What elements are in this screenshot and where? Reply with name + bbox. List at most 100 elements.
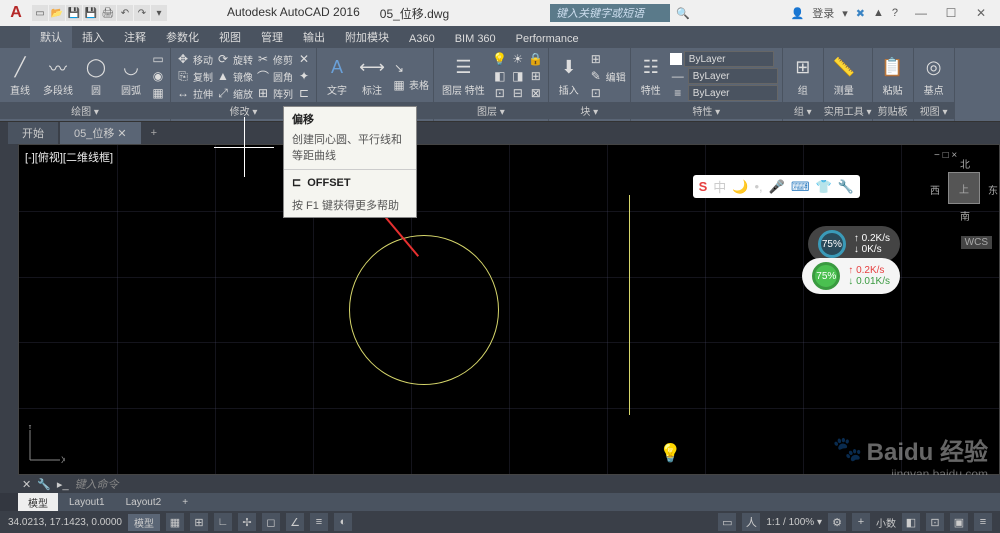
login-icon[interactable]: 👤 (791, 7, 805, 20)
copy-icon[interactable]: ⎘ (175, 68, 191, 84)
ortho-toggle-icon[interactable]: ∟ (214, 513, 232, 531)
attr-icon[interactable]: ⊡ (588, 85, 604, 101)
base-button[interactable]: ◎基点 (918, 54, 950, 99)
exchange-icon[interactable]: ✖ (856, 7, 865, 20)
window-maximize-icon[interactable]: ☐ (936, 3, 966, 23)
qa-redo-icon[interactable]: ↷ (134, 5, 150, 21)
drawing-line[interactable] (629, 195, 630, 415)
doc-controls[interactable]: − □ × (934, 150, 957, 161)
tab-performance[interactable]: Performance (506, 30, 589, 48)
ime-toolbar[interactable]: S 中 🌙 •, 🎤 ⌨ 👕 🔧 (693, 175, 860, 198)
modelspace-icon[interactable]: ▭ (718, 513, 736, 531)
group-button[interactable]: ⊞组 (787, 54, 819, 99)
tab-parametric[interactable]: 参数化 (156, 26, 209, 48)
app-logo-icon[interactable]: A (4, 1, 28, 25)
layer-state-icon[interactable]: 💡 (492, 51, 508, 67)
help-icon[interactable]: ? (892, 7, 898, 19)
viewcube-face[interactable]: 上 (948, 172, 980, 204)
create-block-icon[interactable]: ⊞ (588, 51, 604, 67)
panel-title-layer[interactable]: 图层 ▾ (434, 102, 548, 119)
login-label[interactable]: 登录 (812, 5, 834, 21)
tab-default[interactable]: 默认 (30, 26, 72, 48)
lineweight-combo[interactable]: ByLayer (688, 68, 778, 84)
panel-title-view[interactable]: 视图 ▾ (914, 102, 954, 119)
panel-title-clip[interactable]: 剪贴板 (873, 102, 913, 119)
props-button[interactable]: ☷特性 (635, 54, 667, 99)
osnap-toggle-icon[interactable]: ◻ (262, 513, 280, 531)
drawing-circle[interactable] (349, 235, 499, 385)
tab-bim360[interactable]: BIM 360 (445, 30, 506, 48)
hatch-icon[interactable]: ▦ (150, 85, 166, 101)
ellipse-icon[interactable]: ◉ (150, 68, 166, 84)
layer-props-button[interactable]: ☰图层 特性 (438, 54, 489, 99)
layer-match-icon[interactable]: ⊡ (492, 85, 508, 101)
arc-button[interactable]: ◡圆弧 (115, 54, 147, 99)
table-icon[interactable]: ▦ (391, 77, 407, 93)
ucs-icon[interactable]: YX (25, 425, 65, 468)
offset-icon[interactable]: ⊏ (296, 85, 312, 101)
text-button[interactable]: A文字 (321, 54, 353, 99)
command-line[interactable]: ✕ 🔧 ▸_ 键入命令 (18, 475, 1000, 493)
wcs-label[interactable]: WCS (961, 236, 992, 249)
insert-button[interactable]: ⬇插入 (553, 54, 585, 99)
polar-toggle-icon[interactable]: ✢ (238, 513, 256, 531)
panel-title-group[interactable]: 组 ▾ (783, 102, 823, 119)
annotation-scale-icon[interactable]: 人 (742, 513, 760, 531)
search-icon[interactable]: 🔍 (676, 7, 690, 20)
linetype-combo[interactable]: ByLayer (688, 85, 778, 101)
customize-icon[interactable]: ≡ (974, 513, 992, 531)
tab-view[interactable]: 视图 (209, 26, 251, 48)
rotate-icon[interactable]: ⟳ (215, 51, 231, 67)
zoom-level[interactable]: 1:1 / 100% ▾ (766, 517, 822, 528)
edit-block-icon[interactable]: ✎ (588, 68, 604, 84)
tab-annotate[interactable]: 注释 (114, 26, 156, 48)
line-button[interactable]: ╱直线 (4, 54, 36, 99)
tab-output[interactable]: 输出 (293, 26, 335, 48)
trim-icon[interactable]: ✂ (255, 51, 271, 67)
perf-widget-light[interactable]: 75% ↑ 0.2K/s↓ 0.01K/s (802, 258, 900, 294)
file-tab-add[interactable]: + (143, 124, 165, 142)
isolate-icon[interactable]: ◧ (902, 513, 920, 531)
erase-icon[interactable]: ✕ (296, 51, 312, 67)
panel-title-draw[interactable]: 绘图 ▾ (0, 102, 170, 119)
qa-new-icon[interactable]: ▭ (32, 5, 48, 21)
grid-toggle-icon[interactable]: ▦ (166, 513, 184, 531)
qa-open-icon[interactable]: 📂 (49, 5, 65, 21)
stretch-icon[interactable]: ↔ (175, 85, 191, 101)
tab-insert[interactable]: 插入 (72, 26, 114, 48)
share-icon[interactable]: ▲ (873, 7, 884, 19)
perf-widget-dark[interactable]: 75% ↑ 0.2K/s↓ 0K/s (808, 226, 900, 262)
dimension-button[interactable]: ⟷标注 (356, 54, 388, 99)
hardware-icon[interactable]: ⊡ (926, 513, 944, 531)
cmd-config-icon[interactable]: 🔧 (37, 478, 51, 491)
layer-iso-icon[interactable]: ◧ (492, 68, 508, 84)
scale-icon[interactable]: ⤢ (215, 85, 231, 101)
rect-icon[interactable]: ▭ (150, 51, 166, 67)
layout-1[interactable]: Layout1 (59, 495, 115, 510)
window-close-icon[interactable]: ✕ (966, 3, 996, 23)
panel-title-props[interactable]: 特性 ▾ (631, 102, 782, 119)
qa-more-icon[interactable]: ▾ (151, 5, 167, 21)
transparency-icon[interactable]: ◐ (334, 513, 352, 531)
qa-plot-icon[interactable]: 🖨 (100, 5, 116, 21)
window-minimize-icon[interactable]: — (906, 3, 936, 23)
polyline-button[interactable]: 〰多段线 (39, 54, 77, 99)
layout-model[interactable]: 模型 (18, 493, 58, 512)
snap-toggle-icon[interactable]: ⊞ (190, 513, 208, 531)
units-label[interactable]: 小数 (876, 515, 896, 530)
otrack-toggle-icon[interactable]: ∠ (286, 513, 304, 531)
tab-manage[interactable]: 管理 (251, 26, 293, 48)
file-tab-start[interactable]: 开始 (8, 122, 58, 144)
clean-icon[interactable]: ▣ (950, 513, 968, 531)
panel-title-util[interactable]: 实用工具 ▾ (824, 102, 872, 119)
model-badge[interactable]: 模型 (128, 514, 160, 531)
panel-title-block[interactable]: 块 ▾ (549, 102, 630, 119)
qa-saveas-icon[interactable]: 💾 (83, 5, 99, 21)
lightbulb-icon[interactable]: 💡 (659, 443, 681, 464)
plus-icon[interactable]: + (852, 513, 870, 531)
layout-add[interactable]: + (172, 495, 198, 510)
qa-undo-icon[interactable]: ↶ (117, 5, 133, 21)
file-tab-active[interactable]: 05_位移 ✕ (60, 122, 141, 144)
fillet-icon[interactable]: ⌒ (255, 68, 271, 84)
tab-a360[interactable]: A360 (399, 30, 445, 48)
